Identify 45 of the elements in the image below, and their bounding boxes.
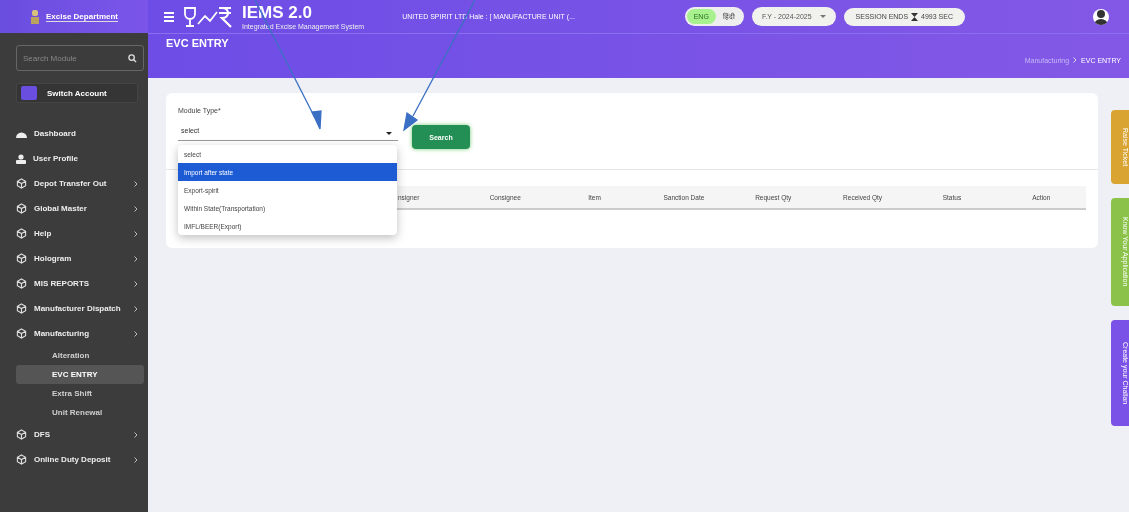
chevron-icon <box>134 180 138 187</box>
cube-icon <box>16 228 27 239</box>
menu-item[interactable]: Hologram <box>0 246 148 271</box>
menu-item[interactable]: Help <box>0 221 148 246</box>
cube-icon <box>16 253 27 264</box>
cube-icon <box>16 303 27 314</box>
menu-item[interactable]: Manufacturing <box>0 321 148 346</box>
search-icon <box>128 54 137 63</box>
page-title: EVC ENTRY <box>166 37 229 49</box>
chevron-icon <box>134 431 138 438</box>
menu-icon[interactable] <box>164 11 174 22</box>
menu-item[interactable]: Dashboard <box>0 121 148 146</box>
chevron-icon <box>134 205 138 212</box>
chevron-icon <box>134 230 138 237</box>
submenu-item[interactable]: EVC ENTRY <box>16 365 144 384</box>
cube-icon <box>16 203 27 214</box>
menu-item[interactable]: User Profile <box>0 146 148 171</box>
cube-icon <box>16 429 27 440</box>
hourglass-icon <box>911 12 919 21</box>
chevron-icon <box>134 280 138 287</box>
menu-item[interactable]: Online Duty Deposit <box>0 447 148 472</box>
glass-chart-icon <box>182 5 234 28</box>
cube-icon <box>16 454 27 465</box>
cube-icon <box>16 278 27 289</box>
chevron-icon <box>134 456 138 463</box>
menu-item[interactable]: Global Master <box>0 196 148 221</box>
menu-item[interactable]: MIS REPORTS <box>0 271 148 296</box>
menu-item[interactable]: DFS <box>0 422 148 447</box>
chevron-icon <box>134 305 138 312</box>
cube-icon <box>16 178 27 189</box>
cube-icon <box>16 328 27 339</box>
menu-item[interactable]: Manufacturer Dispatch <box>0 296 148 321</box>
chevron-icon <box>134 255 138 262</box>
submenu-item[interactable]: Extra Shift <box>16 384 144 403</box>
submenu-item[interactable]: Alteration <box>16 346 144 365</box>
switch-account-button[interactable]: Switch Account <box>16 83 138 103</box>
chevron-icon <box>134 330 138 337</box>
submenu-item[interactable]: Unit Renewal <box>16 403 144 422</box>
avatar[interactable] <box>1093 8 1109 25</box>
department-name: Excise Department <box>46 11 119 22</box>
menu-item[interactable]: Depot Transfer Out <box>0 171 148 196</box>
search-field[interactable]: Search Module <box>16 45 144 71</box>
emblem-icon <box>30 8 40 25</box>
app-title: IEMS 2.0 <box>242 3 313 21</box>
chevron-icon <box>1073 57 1078 63</box>
